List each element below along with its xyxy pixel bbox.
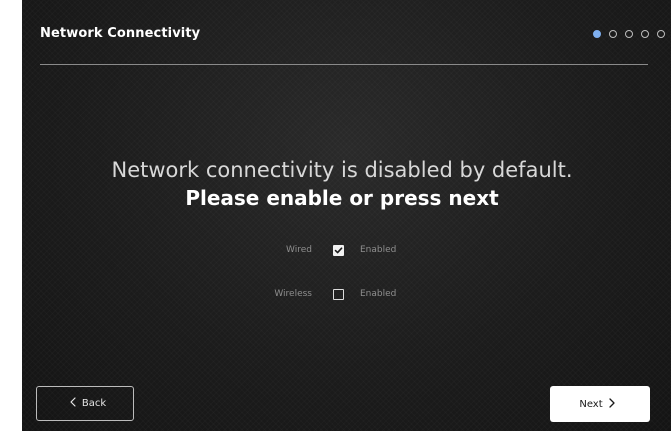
next-button[interactable]: Next xyxy=(550,386,650,422)
step-dot-2 xyxy=(609,30,617,38)
left-margin-strip xyxy=(0,0,22,431)
wireless-label: Wireless xyxy=(274,289,312,299)
step-dot-1 xyxy=(593,30,601,38)
step-indicator xyxy=(593,30,671,40)
info-heading: Network connectivity is disabled by defa… xyxy=(111,158,573,182)
wired-enabled-label: Enabled xyxy=(360,245,397,255)
wireless-checkbox[interactable] xyxy=(333,289,344,300)
instruction-heading: Please enable or press next xyxy=(185,186,499,210)
next-button-label: Next xyxy=(579,398,603,410)
wireless-enabled-label: Enabled xyxy=(360,289,397,299)
back-button-label: Back xyxy=(81,398,107,409)
page-title: Network Connectivity xyxy=(40,26,201,41)
step-dot-3 xyxy=(625,30,633,38)
setup-screen: Network Connectivity Network connectivit… xyxy=(22,0,671,431)
chevron-left-icon xyxy=(70,397,76,410)
checkmark-icon xyxy=(334,247,343,254)
step-dot-5 xyxy=(657,30,665,38)
step-dot-4 xyxy=(641,30,649,38)
back-button[interactable]: Back xyxy=(36,386,134,421)
chevron-right-icon xyxy=(608,397,615,411)
wired-checkbox[interactable] xyxy=(333,245,344,256)
header-divider xyxy=(40,64,648,65)
wired-label: Wired xyxy=(286,245,312,255)
